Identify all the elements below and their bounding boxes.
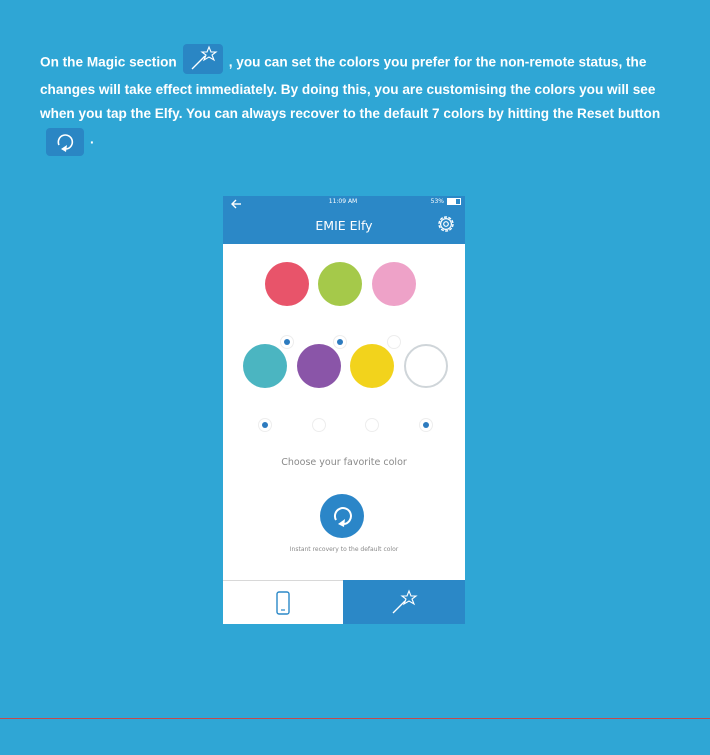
color-select-radio[interactable]	[365, 418, 379, 432]
color-select-radio[interactable]	[280, 335, 294, 349]
color-swatch[interactable]	[350, 344, 394, 388]
phone-screenshot: 11:09 AM 53% EMIE Elfy Choose your favor…	[223, 196, 465, 624]
color-select-radio[interactable]	[333, 335, 347, 349]
instructions-part3: .	[90, 131, 94, 147]
magic-wand-icon	[182, 44, 223, 74]
phone-icon	[276, 590, 290, 615]
instructions-text: On the Magic section , you can set the c…	[40, 44, 690, 156]
reset-button[interactable]	[320, 494, 364, 538]
color-select-radio[interactable]	[387, 335, 401, 349]
recovery-label: Instant recovery to the default color	[289, 546, 399, 553]
reset-icon	[333, 507, 352, 527]
divider-line	[0, 718, 710, 719]
back-arrow-icon[interactable]	[229, 198, 243, 210]
gear-icon[interactable]	[435, 213, 457, 235]
status-right: 53%	[431, 198, 461, 205]
instructions-part1: On the Magic section	[40, 54, 177, 70]
color-swatch[interactable]	[297, 344, 341, 388]
tab-magic[interactable]	[343, 580, 465, 624]
color-select-radio[interactable]	[419, 418, 433, 432]
color-swatch[interactable]	[243, 344, 287, 388]
status-time: 11:09 AM	[328, 198, 358, 205]
color-swatch[interactable]	[318, 262, 362, 306]
app-header: 11:09 AM 53% EMIE Elfy	[223, 196, 465, 244]
tab-phone[interactable]	[223, 580, 343, 624]
app-title: EMIE Elfy	[315, 218, 373, 233]
color-select-radio[interactable]	[312, 418, 326, 432]
color-swatch[interactable]	[265, 262, 309, 306]
choose-color-label: Choose your favorite color	[281, 457, 407, 468]
color-swatch[interactable]	[372, 262, 416, 306]
color-select-radio[interactable]	[258, 418, 272, 432]
status-battery-percent: 53%	[430, 198, 444, 205]
magic-wand-icon	[392, 589, 418, 614]
color-swatch[interactable]	[404, 344, 448, 388]
battery-icon	[447, 198, 461, 205]
reset-icon	[46, 128, 84, 156]
